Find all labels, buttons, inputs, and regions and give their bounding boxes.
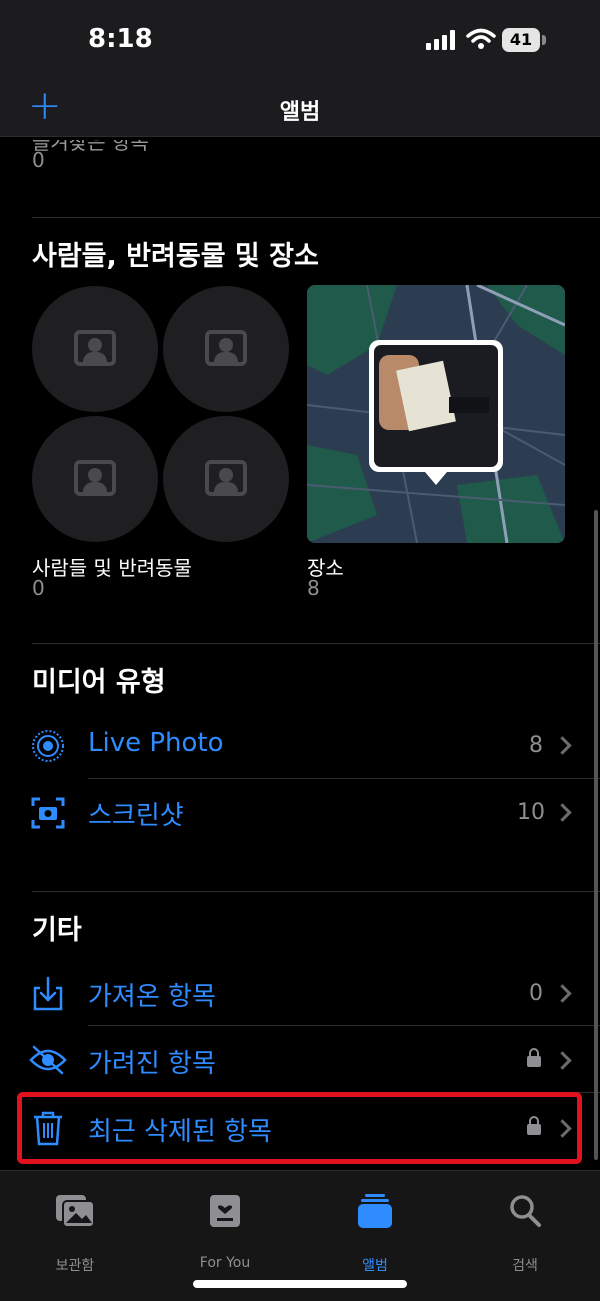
- chevron-right-icon: [553, 803, 572, 822]
- section-title-other: 기타: [32, 915, 82, 946]
- divider: [32, 217, 600, 218]
- battery-nub: [542, 35, 546, 45]
- battery-indicator: 41: [502, 28, 540, 52]
- person-placeholder: [163, 286, 289, 412]
- tab-label: For You: [199, 1255, 251, 1271]
- wifi-icon: [466, 28, 496, 49]
- tab-label: 보관함: [55, 1258, 95, 1274]
- scrollbar[interactable]: [594, 510, 598, 1160]
- highlight-box: [17, 1092, 582, 1164]
- person-placeholder: [163, 416, 289, 542]
- tab-label: 검색: [512, 1258, 538, 1274]
- places-count: 8: [307, 576, 320, 600]
- person-placeholder-icon: [205, 460, 247, 496]
- chevron-right-icon: [553, 1051, 572, 1070]
- person-placeholder-icon: [74, 460, 116, 496]
- list-item-count: 8: [529, 733, 543, 758]
- tab-library[interactable]: 보관함: [20, 1193, 130, 1274]
- for-you-icon: [210, 1195, 240, 1227]
- cellular-signal-icon: [426, 30, 455, 50]
- list-item-label: Live Photo: [88, 728, 224, 758]
- people-pets-label[interactable]: 사람들 및 반려동물: [32, 552, 192, 581]
- list-item-label: 스크린샷: [88, 801, 184, 831]
- tab-albums[interactable]: 앨범: [320, 1193, 430, 1274]
- divider: [88, 778, 600, 779]
- section-title-media-types: 미디어 유형: [32, 667, 166, 698]
- person-placeholder-icon: [205, 330, 247, 366]
- library-icon: [56, 1195, 95, 1228]
- person-placeholder-icon: [74, 330, 116, 366]
- page-title: 앨범: [279, 100, 321, 125]
- tab-search[interactable]: 검색: [470, 1193, 580, 1274]
- tab-label: 앨범: [362, 1258, 388, 1274]
- home-indicator: [193, 1280, 407, 1288]
- list-item-count: 10: [517, 800, 545, 825]
- map-illustration: [307, 285, 565, 543]
- hidden-eye-icon: [29, 1045, 67, 1075]
- list-item-label: 가져온 항목: [88, 982, 216, 1012]
- person-placeholder: [32, 286, 158, 412]
- tab-for-you[interactable]: For You: [170, 1193, 280, 1271]
- list-item-count: 0: [529, 981, 543, 1006]
- favorites-count: 0: [32, 148, 45, 172]
- albums-icon: [358, 1194, 392, 1228]
- people-pets-count: 0: [32, 576, 45, 600]
- live-photo-icon: [32, 730, 64, 762]
- screenshot-icon: [31, 797, 65, 829]
- places-map-thumbnail[interactable]: [307, 285, 565, 543]
- section-title-people-places: 사람들, 반려동물 및 장소: [32, 241, 319, 272]
- import-icon: [33, 976, 63, 1011]
- divider: [32, 891, 600, 892]
- search-icon: [510, 1195, 541, 1227]
- status-time: 8:18: [88, 24, 153, 54]
- lock-icon: [527, 1048, 541, 1067]
- chevron-right-icon: [553, 984, 572, 1003]
- divider: [88, 1025, 600, 1026]
- navigation-bar: + 앨범: [0, 80, 600, 137]
- status-bar: 8:18 41: [0, 0, 600, 80]
- chevron-right-icon: [553, 736, 572, 755]
- divider: [32, 643, 600, 644]
- list-item-label: 가려진 항목: [88, 1049, 216, 1079]
- person-placeholder: [32, 416, 158, 542]
